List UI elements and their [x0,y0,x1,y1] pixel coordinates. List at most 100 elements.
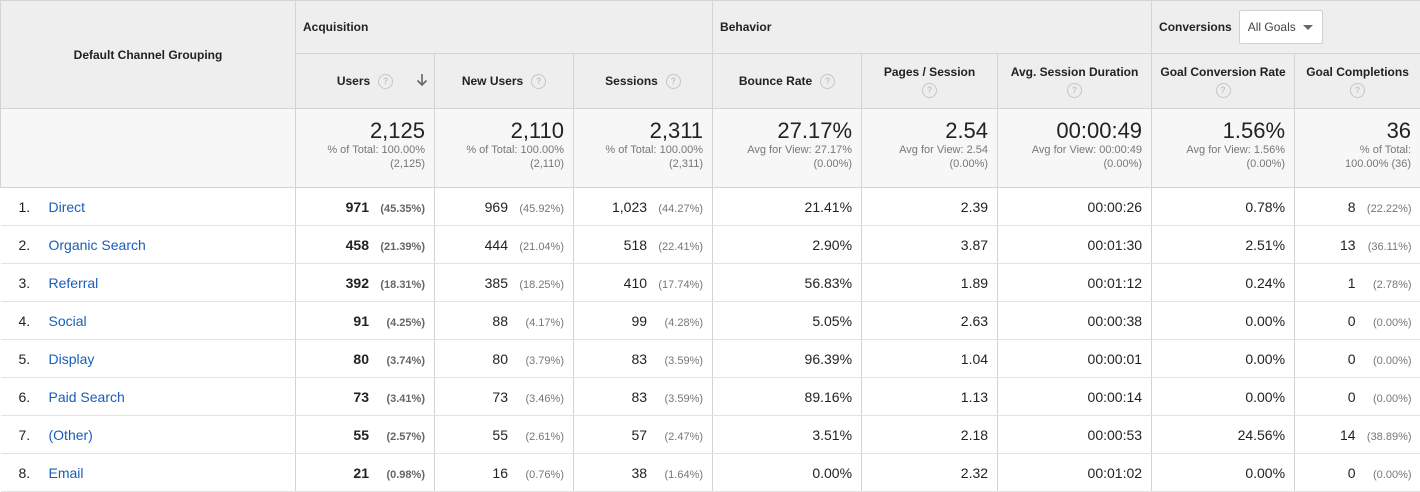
metric-header-sessions[interactable]: Sessions? [574,54,713,109]
pages-session-cell: 2.63 [862,302,998,340]
new-users-cell: 73(3.46%) [435,378,574,416]
question-circle-icon[interactable]: ? [820,74,835,89]
metric-header-goal-conversion-rate[interactable]: Goal Conversion Rate? [1152,54,1295,109]
goal-completions-percent: (38.89%) [1364,431,1412,443]
question-circle-icon[interactable]: ? [378,74,393,89]
goal-completions-percent: (0.00%) [1364,393,1412,405]
goal-conversion-rate-cell: 0.24% [1152,264,1295,302]
question-circle-icon[interactable]: ? [531,74,546,89]
pages-session-cell: 1.04 [862,340,998,378]
conversions-group-header: Conversions All Goals [1152,1,1420,54]
new-users-cell: 444 (21.04%) [435,226,574,264]
total-goal-conversion-rate: 1.56%Avg for View: 1.56%(0.00%) [1152,109,1295,188]
goal-completions-percent: (22.22%) [1364,203,1412,215]
channel-link[interactable]: Referral [49,275,99,291]
channel-cell: 6.Paid Search [1,378,296,416]
goal-completions-cell: 13(36.11%) [1295,226,1420,264]
avg-session-duration-cell: 00:01:12 [998,264,1152,302]
channel-link[interactable]: (Other) [49,427,93,443]
users-cell: 80(3.74%) [296,340,435,378]
goal-conversion-rate-cell: 0.78% [1152,188,1295,226]
channel-cell: 2.Organic Search [1,226,296,264]
channel-link[interactable]: Paid Search [49,389,125,405]
new-users-percent: (0.76%) [516,469,564,481]
pages-session-cell: 1.89 [862,264,998,302]
new-users-value: 55 [492,427,508,443]
metric-header-pages-session[interactable]: Pages / Session? [862,54,998,109]
metric-header-bounce-rate[interactable]: Bounce Rate? [713,54,862,109]
report-table: Default Channel Grouping Acquisition Beh… [0,0,1420,492]
question-circle-icon[interactable]: ? [666,74,681,89]
new-users-value: 444 [485,237,508,253]
goal-completions-value: 0 [1348,465,1356,481]
goal-completions-cell: 1(2.78%) [1295,264,1420,302]
sessions-value: 57 [631,427,647,443]
question-circle-icon[interactable]: ? [1067,83,1082,98]
question-circle-icon[interactable]: ? [922,83,937,98]
users-cell: 91 (4.25%) [296,302,435,340]
row-index: 8. [19,465,49,481]
totals-row: 2,125% of Total: 100.00%(2,125) 2,110% o… [1,109,1420,188]
total-avg-session-duration: 00:00:49Avg for View: 00:00:49(0.00%) [998,109,1152,188]
users-percent: (18.31%) [377,279,425,291]
users-percent: (2.57%) [377,431,425,443]
avg-session-duration-cell: 00:00:14 [998,378,1152,416]
bounce-rate-cell: 56.83% [713,264,862,302]
goal-completions-value: 0 [1348,389,1356,405]
goal-conversion-rate-cell: 0.00% [1152,340,1295,378]
channel-cell: 1.Direct [1,188,296,226]
channel-link[interactable]: Social [49,313,87,329]
sessions-percent: (4.28%) [655,317,703,329]
users-percent: (4.25%) [377,317,425,329]
sessions-cell: 410(17.74%) [574,264,713,302]
new-users-percent: (2.61%) [516,431,564,443]
new-users-percent: (3.46%) [516,393,564,405]
channel-link[interactable]: Organic Search [49,237,146,253]
metric-header-goal-completions[interactable]: Goal Completions? [1295,54,1420,109]
table-row: 8.Email21(0.98%)16(0.76%)38(1.64%)0.00%2… [1,454,1420,492]
goal-conversion-rate-cell: 0.00% [1152,454,1295,492]
channel-cell: 5.Display [1,340,296,378]
goal-completions-percent: (36.11%) [1364,241,1412,253]
table-row: 2.Organic Search458(21.39%)444(21.04%)51… [1,226,1420,264]
goal-completions-cell: 0 (0.00%) [1295,378,1420,416]
users-value: 91 [353,313,369,329]
question-circle-icon[interactable]: ? [1216,83,1231,98]
goal-select-dropdown[interactable]: All Goals [1239,10,1323,44]
new-users-percent: (21.04%) [516,241,564,253]
total-sessions: 2,311% of Total: 100.00%(2,311) [574,109,713,188]
channel-link[interactable]: Direct [49,199,86,215]
goal-completions-percent: (0.00%) [1364,355,1412,367]
sessions-value: 38 [631,465,647,481]
goal-completions-value: 0 [1348,313,1356,329]
new-users-cell: 80(3.79%) [435,340,574,378]
goal-select-value: All Goals [1248,20,1296,34]
bounce-rate-cell: 0.00% [713,454,862,492]
sessions-value: 99 [631,313,647,329]
row-index: 6. [19,389,49,405]
table-row: 5.Display80(3.74%)80(3.79%)83(3.59%)96.3… [1,340,1420,378]
goal-completions-cell: 8(22.22%) [1295,188,1420,226]
channel-link[interactable]: Email [49,465,84,481]
total-bounce-rate: 27.17%Avg for View: 27.17%(0.00%) [713,109,862,188]
dimension-header[interactable]: Default Channel Grouping [1,1,296,109]
users-percent: (3.41%) [377,393,425,405]
metric-header-avg-session-duration[interactable]: Avg. Session Duration? [998,54,1152,109]
total-pages-session: 2.54Avg for View: 2.54(0.00%) [862,109,998,188]
sessions-percent: (3.59%) [655,355,703,367]
question-circle-icon[interactable]: ? [1350,83,1365,98]
row-index: 3. [19,275,49,291]
metric-header-users[interactable]: Users? [296,54,435,109]
avg-session-duration-cell: 00:01:02 [998,454,1152,492]
goal-completions-value: 1 [1348,275,1356,291]
new-users-cell: 88(4.17%) [435,302,574,340]
new-users-cell: 969(45.92%) [435,188,574,226]
avg-session-duration-cell: 00:00:26 [998,188,1152,226]
users-percent: (45.35%) [377,203,425,215]
metric-header-new-users[interactable]: New Users? [435,54,574,109]
table-row: 3.Referral392(18.31%)385(18.25%)410(17.7… [1,264,1420,302]
channel-link[interactable]: Display [49,351,95,367]
new-users-value: 969 [485,199,508,215]
row-index: 2. [19,237,49,253]
arrow-down-icon[interactable] [416,73,428,87]
